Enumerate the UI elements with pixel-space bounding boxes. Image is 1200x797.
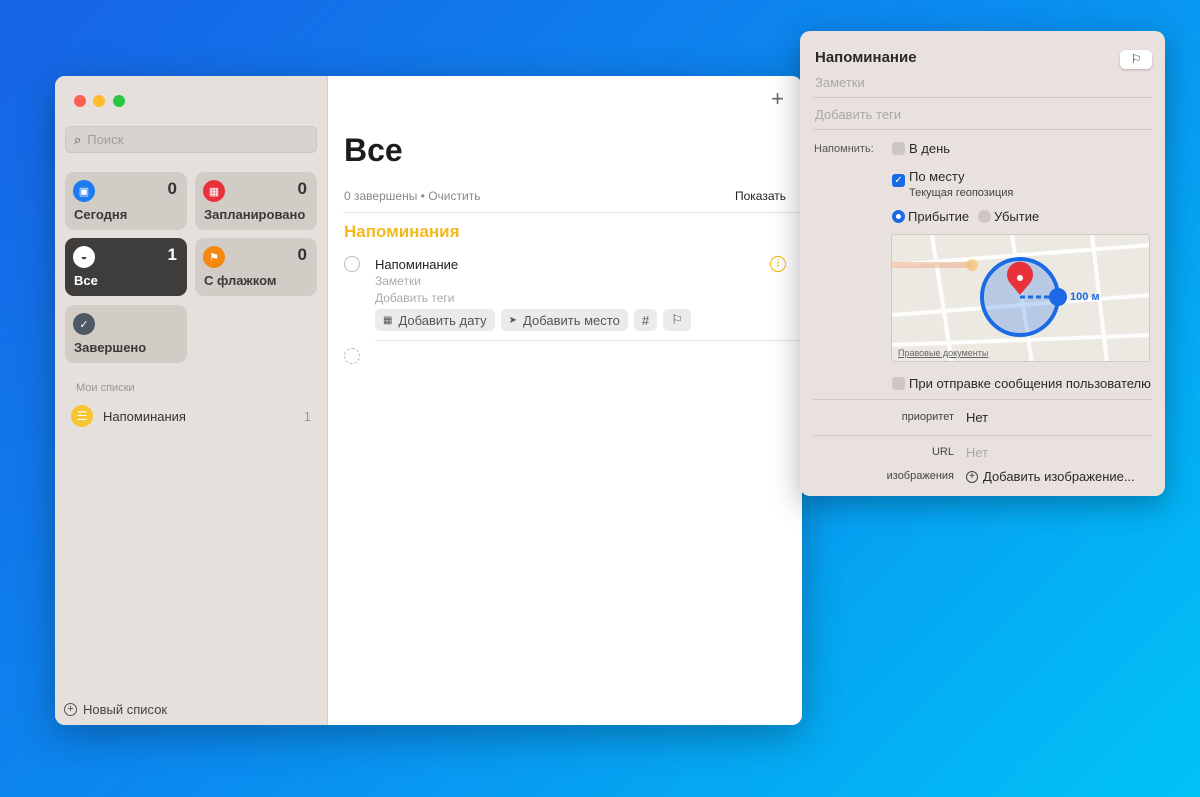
search-icon: ⌕ [74, 131, 82, 147]
priority-select[interactable]: Нет [966, 410, 988, 425]
tags-field[interactable]: Добавить теги [815, 107, 901, 122]
close-button[interactable] [74, 95, 86, 107]
reminder-details-popover: Напоминание ⚐ Заметки Добавить теги Напо… [800, 31, 1165, 496]
priority-label: приоритет [901, 411, 954, 423]
by-place-checkbox[interactable]: ✓ По месту [892, 169, 964, 187]
new-list-button[interactable]: + Новый список [64, 702, 167, 717]
map-graphic [892, 235, 1149, 361]
add-place-button[interactable]: ➤ Добавить место [500, 309, 628, 331]
smart-list-scheduled[interactable]: ▦ 0 Запланировано [195, 172, 317, 230]
plus-circle-icon: + [64, 703, 77, 716]
minimize-button[interactable] [93, 95, 105, 107]
flag-icon: ⚐ [671, 312, 683, 327]
radius-label: 100 м [1070, 291, 1100, 303]
reminder-title[interactable]: Напоминание [375, 257, 458, 272]
location-arrow-icon: ➤ [508, 314, 518, 326]
new-reminder-placeholder[interactable] [344, 348, 360, 364]
smart-list-today[interactable]: ▣ 0 Сегодня [65, 172, 187, 230]
sidebar: ⌕ Поиск ▣ 0 Сегодня ▦ 0 Запланировано ◒ 1 Все ⚑… [55, 76, 328, 725]
tray-icon: ◒ [73, 246, 95, 268]
separator: • [420, 189, 425, 203]
reminder-tags[interactable]: Добавить теги [375, 291, 454, 305]
smart-list-completed[interactable]: ✓ Завершено [65, 305, 187, 363]
messaging-checkbox[interactable]: При отправке сообщения пользователю [892, 376, 1151, 391]
main-pane: + Все 0 завершены • Очистить Показать На… [328, 76, 802, 725]
section-header: Напоминания [344, 222, 460, 241]
calendar-icon: ▦ [203, 180, 225, 202]
list-item-reminders[interactable]: ☰ Напоминания 1 [71, 404, 311, 428]
calendar-today-icon: ▣ [73, 180, 95, 202]
url-label: URL [931, 446, 954, 458]
flag-button[interactable]: ⚐ [1120, 50, 1152, 69]
smart-list-all[interactable]: ◒ 1 Все [65, 238, 187, 296]
popover-title[interactable]: Напоминание [815, 49, 917, 66]
flag-button[interactable]: ⚐ [663, 309, 691, 331]
list-icon: ☰ [71, 405, 93, 427]
add-image-button[interactable]: + Добавить изображение... [966, 469, 1135, 484]
location-label[interactable]: Текущая геопозиция [909, 187, 1013, 199]
remind-label: Напомнить: [814, 143, 874, 155]
checkmark-icon: ✓ [73, 313, 95, 335]
add-date-button[interactable]: ▦ Добавить дату [375, 309, 495, 331]
images-label: изображения [886, 470, 954, 482]
notes-field[interactable]: Заметки [815, 75, 865, 90]
reminder-notes[interactable]: Заметки [375, 274, 421, 288]
add-reminder-button[interactable]: + [771, 86, 784, 112]
arrival-radio[interactable]: Прибытие [892, 209, 969, 224]
flag-icon: ⚑ [203, 246, 225, 268]
legal-link[interactable]: Правовые документы [898, 348, 988, 358]
search-input[interactable]: ⌕ Поиск [65, 126, 317, 153]
completed-count: 0 завершены [344, 189, 418, 203]
flag-icon: ⚐ [1130, 52, 1142, 66]
url-field[interactable]: Нет [966, 445, 988, 460]
my-lists-header: Мои списки [76, 382, 135, 394]
page-title: Все [344, 132, 403, 168]
location-map[interactable]: 100 м Правовые документы [891, 234, 1150, 362]
show-button[interactable]: Показать [735, 189, 786, 203]
smart-list-flagged[interactable]: ⚑ 0 С флажком [195, 238, 317, 296]
complete-checkbox[interactable] [344, 256, 360, 272]
info-icon[interactable]: i [770, 256, 786, 272]
zoom-button[interactable] [113, 95, 125, 107]
plus-circle-icon: + [966, 470, 978, 483]
departure-radio[interactable]: Убытие [978, 209, 1039, 224]
add-tag-button[interactable]: # [633, 309, 658, 331]
reminders-window: ⌕ Поиск ▣ 0 Сегодня ▦ 0 Запланировано ◒ 1 Все ⚑… [55, 76, 802, 725]
on-day-checkbox[interactable]: В день [892, 141, 950, 156]
calendar-icon: ▦ [383, 314, 393, 326]
clear-button[interactable]: Очистить [428, 189, 480, 203]
